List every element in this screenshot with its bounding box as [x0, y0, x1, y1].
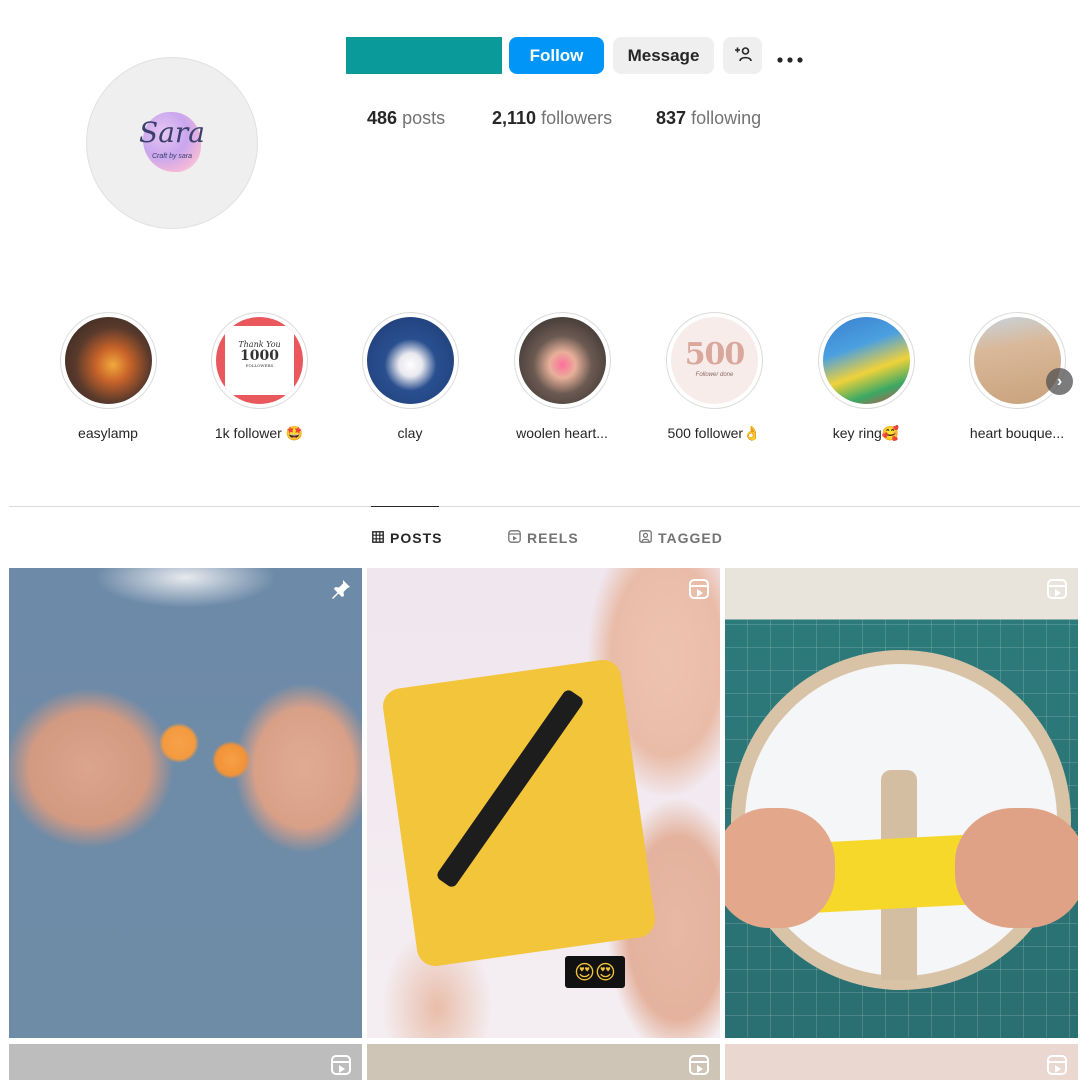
following-count: 837	[656, 108, 687, 128]
reel-icon	[329, 1053, 353, 1077]
tab-reels[interactable]: REELS	[508, 529, 579, 547]
highlight-thumbnail	[974, 317, 1061, 404]
profile-page: Sara Craft by sara Follow Message 486 po…	[0, 0, 1080, 1080]
highlight-500-follower[interactable]: 500 Follower done 500 follower👌	[644, 312, 784, 452]
post-tile-3[interactable]	[725, 568, 1078, 1038]
highlight-clay[interactable]: clay	[340, 312, 480, 452]
highlights-next-button[interactable]: ›	[1046, 368, 1073, 395]
grid-icon	[372, 530, 384, 546]
more-options-button[interactable]	[770, 37, 810, 74]
follow-button[interactable]: Follow	[509, 37, 604, 74]
avatar-logo-subtext: Craft by sara	[151, 153, 193, 160]
thumb-text: Follower done	[695, 372, 734, 378]
post-image	[9, 568, 362, 1038]
username-redacted	[346, 37, 502, 74]
tab-label: TAGGED	[658, 530, 723, 546]
reel-icon	[687, 577, 711, 601]
avatar-logo-text: Sara	[139, 116, 205, 149]
highlight-ring	[514, 312, 611, 409]
highlight-easylamp[interactable]: easylamp	[38, 312, 178, 452]
tab-label: POSTS	[390, 530, 443, 546]
reel-icon	[687, 1053, 711, 1077]
followers-count: 2,110	[492, 108, 537, 128]
highlight-ring	[818, 312, 915, 409]
chevron-right-icon: ›	[1056, 372, 1063, 390]
post-tile-4[interactable]	[9, 1044, 362, 1080]
highlight-thumbnail	[519, 317, 606, 404]
highlight-label: woolen heart...	[516, 425, 608, 441]
active-tab-indicator	[371, 506, 439, 507]
highlight-1k-follower[interactable]: Thank You 1000 FOLLOWERS 1k follower 🤩	[189, 312, 329, 452]
thumb-text: FOLLOWERS	[245, 363, 274, 368]
highlight-ring	[362, 312, 459, 409]
tagged-icon	[639, 530, 652, 546]
message-button[interactable]: Message	[613, 37, 714, 74]
highlight-key-ring[interactable]: key ring🥰	[796, 312, 936, 452]
highlight-thumbnail: Thank You 1000 FOLLOWERS	[216, 317, 303, 404]
highlight-label: clay	[397, 425, 423, 441]
post-tile-2[interactable]: 😍😍	[367, 568, 720, 1038]
posts-label: posts	[402, 108, 446, 128]
reels-icon	[508, 530, 521, 546]
post-tile-5[interactable]	[367, 1044, 720, 1080]
thumb-text: 500	[684, 337, 746, 372]
highlight-thumbnail	[823, 317, 910, 404]
hand-left	[725, 808, 835, 928]
followers-stat[interactable]: 2,110 followers	[492, 108, 612, 129]
highlight-ring: 500 Follower done	[666, 312, 763, 409]
highlight-woolen-heart[interactable]: woolen heart...	[492, 312, 632, 452]
highlight-label: heart bouque...	[969, 425, 1065, 441]
highlight-ring: Thank You 1000 FOLLOWERS	[211, 312, 308, 409]
tabs-divider	[9, 506, 1080, 507]
highlight-label: easylamp	[78, 425, 138, 441]
highlight-label: key ring🥰	[832, 425, 900, 441]
tab-posts[interactable]: POSTS	[372, 529, 442, 547]
tab-tagged[interactable]: TAGGED	[639, 529, 723, 547]
hand-right	[955, 808, 1078, 928]
posts-count: 486	[367, 108, 398, 128]
tab-label: REELS	[527, 530, 579, 546]
post-tile-6[interactable]	[725, 1044, 1078, 1080]
post-tile-1[interactable]	[9, 568, 362, 1038]
posts-stat: 486 posts	[367, 108, 445, 129]
following-stat[interactable]: 837 following	[656, 108, 761, 129]
highlight-label: 500 follower👌	[667, 425, 761, 441]
reel-icon	[1045, 577, 1069, 601]
followers-label: followers	[541, 108, 613, 128]
pin-icon	[329, 577, 353, 601]
highlight-thumbnail	[65, 317, 152, 404]
reel-icon	[1045, 1053, 1069, 1077]
more-icon	[777, 43, 803, 69]
profile-avatar[interactable]: Sara Craft by sara	[86, 57, 258, 229]
highlight-thumbnail: 500 Follower done	[671, 317, 758, 404]
following-label: following	[691, 108, 762, 128]
highlight-ring	[60, 312, 157, 409]
highlight-thumbnail	[367, 317, 454, 404]
emoji-overlay: 😍😍	[565, 956, 625, 988]
suggest-user-button[interactable]	[723, 37, 762, 74]
highlight-ring	[969, 312, 1066, 409]
add-user-icon	[734, 46, 752, 65]
highlight-label: 1k follower 🤩	[214, 425, 304, 441]
sponge-shape	[380, 657, 658, 969]
thumb-text: 1000	[240, 348, 279, 364]
